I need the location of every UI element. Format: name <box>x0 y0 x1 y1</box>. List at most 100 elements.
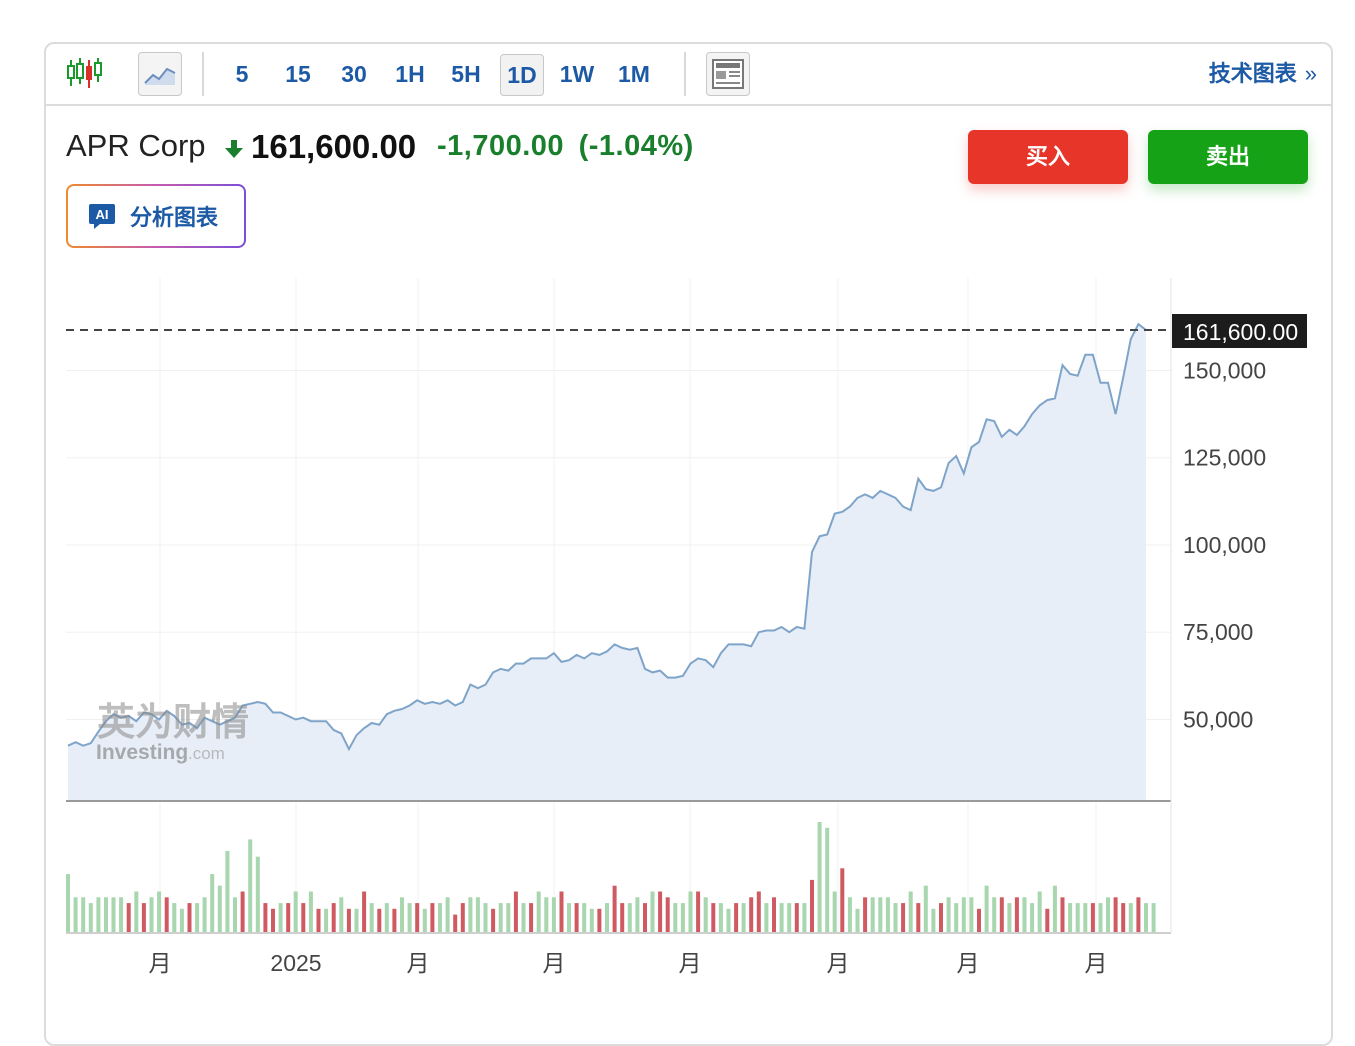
volume-bar <box>901 903 906 932</box>
volume-bar <box>536 891 541 932</box>
volume-bar <box>384 903 389 932</box>
volume-bar <box>810 879 814 932</box>
x-tick-label: 月 <box>679 950 702 976</box>
volume-bar <box>878 897 883 932</box>
volume-bar <box>635 897 640 932</box>
volume-bar <box>1037 891 1042 932</box>
price-chart: 150,000 125,000 100,000 75,000 50,000 161,60… <box>66 278 1307 976</box>
volume-bar <box>301 903 306 932</box>
volume-bar <box>73 897 78 932</box>
volume-bar <box>1052 885 1057 932</box>
volume-bar <box>650 891 655 932</box>
volume-bar <box>931 908 936 932</box>
volume-bar <box>923 885 928 932</box>
last-price-label: 161,600.00 <box>1183 319 1298 345</box>
volume-bar <box>202 897 207 932</box>
volume-bar <box>1083 903 1088 932</box>
volume-bar <box>984 885 989 932</box>
volume-bar <box>574 903 579 932</box>
volume-bar <box>149 897 154 932</box>
volume-bar <box>756 891 761 932</box>
volume-bar <box>1128 903 1133 932</box>
y-tick-label: 50,000 <box>1183 706 1253 732</box>
volume-bar <box>1151 903 1156 932</box>
volume-bar <box>491 908 496 932</box>
volume-bar <box>855 908 860 932</box>
volume-bar <box>172 903 177 932</box>
watermark-suffix: .com <box>188 744 225 763</box>
volume-bar <box>104 897 108 932</box>
volume-bar <box>460 903 465 932</box>
volume-bar <box>126 903 131 932</box>
x-tick-label: 2025 <box>270 950 321 976</box>
volume-bar <box>916 903 921 932</box>
volume-bar <box>779 903 784 932</box>
volume-bar <box>893 903 898 932</box>
volume-bar <box>544 897 549 932</box>
volume-bar <box>263 903 268 932</box>
volume-bar <box>415 903 420 932</box>
volume-bar <box>582 903 587 932</box>
x-tick-label: 月 <box>957 950 980 976</box>
volume-bar <box>354 908 359 932</box>
volume-bar <box>612 885 617 932</box>
volume-bar <box>832 891 837 932</box>
volume-bar <box>589 908 594 932</box>
volume-bar <box>308 891 313 932</box>
volume-bar <box>1022 897 1027 932</box>
volume-bar <box>255 856 260 932</box>
volume-bar <box>1144 903 1148 932</box>
volume-bar <box>961 897 966 932</box>
volume-bar <box>954 903 959 932</box>
volume-bar <box>1014 897 1019 932</box>
x-tick-label: 月 <box>1085 950 1108 976</box>
volume-bar <box>468 897 473 932</box>
volume-bar <box>286 903 291 932</box>
volume-bar <box>210 874 215 932</box>
volume-bar <box>240 891 245 932</box>
y-tick-label: 75,000 <box>1183 619 1253 645</box>
volume-bar <box>885 897 890 932</box>
watermark-en: Investing <box>96 741 188 764</box>
volume-bar <box>1106 897 1110 932</box>
volume-bar <box>521 903 526 932</box>
volume-bar <box>157 891 162 932</box>
volume-bar <box>787 903 792 932</box>
volume-bar <box>506 903 511 932</box>
y-tick-label: 100,000 <box>1183 532 1266 558</box>
volume-bar <box>1060 897 1065 932</box>
volume-bar <box>863 897 868 932</box>
volume-bar <box>665 897 670 932</box>
volume-bar <box>817 822 822 932</box>
volume-bar <box>111 897 116 932</box>
x-tick-label: 月 <box>149 950 172 976</box>
volume-bar <box>999 897 1004 932</box>
volume-bar <box>81 897 86 932</box>
volume-bar <box>400 897 404 932</box>
volume-bar <box>271 908 275 932</box>
volume-bar <box>141 903 146 932</box>
volume-bar <box>718 903 723 932</box>
volume-bar <box>620 903 625 932</box>
volume-bar <box>1136 897 1141 932</box>
volume-bar <box>908 891 913 932</box>
volume-bar <box>1113 897 1118 932</box>
volume-bar <box>551 897 556 932</box>
volume-bar <box>119 897 124 932</box>
volume-bar <box>696 891 701 932</box>
volume-bar <box>233 897 237 932</box>
volume-bar <box>840 868 845 932</box>
volume-bar <box>711 903 716 932</box>
volume-bar <box>1068 903 1073 932</box>
volume-bar <box>369 903 374 932</box>
volume-bar <box>66 874 70 932</box>
volume-bar <box>726 908 731 932</box>
volume-bar <box>605 903 609 932</box>
volume-bar <box>946 897 951 932</box>
volume-bar <box>438 903 442 932</box>
volume-bar <box>362 891 367 932</box>
volume-bar <box>187 903 192 932</box>
volume-bar <box>688 891 693 932</box>
volume-bar <box>772 897 776 932</box>
volume-bar <box>870 897 875 932</box>
